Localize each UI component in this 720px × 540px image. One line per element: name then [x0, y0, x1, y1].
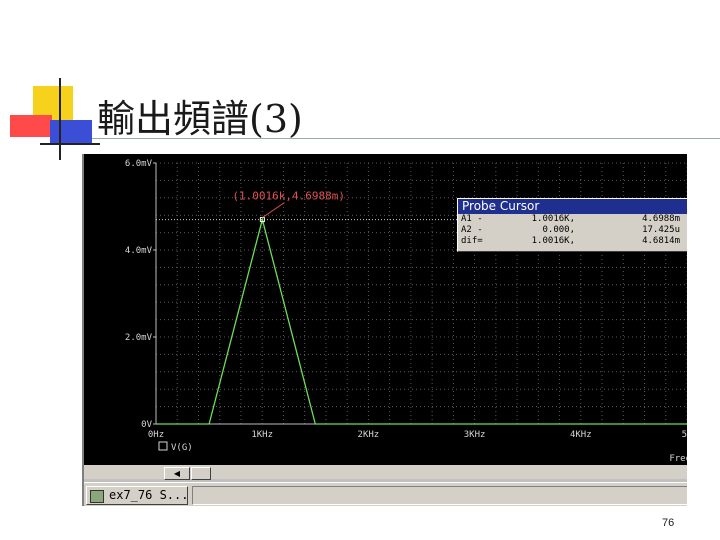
- y-tick-label: 6.0mV: [125, 159, 153, 169]
- simulation-window-icon: [90, 490, 104, 503]
- trace-legend-icon: [158, 441, 168, 451]
- annotation-leader-line: [262, 202, 285, 219]
- cursor-row-a2: A2 - 0.000, 17.425u: [458, 225, 687, 236]
- scroll-thumb[interactable]: [191, 467, 211, 480]
- cursor-label: dif=: [461, 236, 483, 246]
- probe-cursor-dialog[interactable]: Probe Cursor A1 - 1.0016K, 4.6988m A2 - …: [457, 198, 687, 252]
- cursor-x-value: 0.000,: [542, 225, 575, 235]
- task-button[interactable]: ex7_76 S...: [86, 486, 188, 505]
- x-tick-label: 5K: [682, 430, 687, 440]
- peak-annotation: (1.0016k,4.6988m): [232, 190, 345, 203]
- x-tick-label: 2KHz: [358, 430, 380, 440]
- trace-legend-label: V(G): [171, 443, 193, 453]
- probe-cursor-title: Probe Cursor: [458, 199, 687, 214]
- x-tick-label: 0Hz: [148, 430, 164, 440]
- cursor-y-value: 4.6988m: [642, 214, 680, 224]
- task-button-label: ex7_76 S...: [109, 488, 189, 502]
- cursor-x-value: 1.0016K,: [531, 236, 575, 246]
- y-tick-label: 4.0mV: [125, 246, 153, 256]
- scroll-left-arrow-icon[interactable]: ◀: [164, 467, 190, 480]
- y-tick-label: 0V: [141, 420, 152, 430]
- probe-window: 6.0mV 4.0mV 2.0mV 0V0Hz 1KHz 2KHz 3KHz 4KHz 5K V(…: [82, 154, 687, 506]
- x-tick-label: 4KHz: [570, 430, 592, 440]
- x-axis-title: Freq: [669, 454, 687, 464]
- cursor-y-value: 17.425u: [642, 225, 680, 235]
- cursor-y-value: 4.6814m: [642, 236, 680, 246]
- cursor-label: A2 -: [461, 225, 483, 235]
- title-underline: [92, 138, 720, 139]
- slide-title: 輸出頻譜(3): [97, 97, 303, 141]
- cursor-row-a1: A1 - 1.0016K, 4.6988m: [458, 214, 687, 225]
- status-bar: ex7_76 S...: [84, 482, 687, 506]
- slide-logo-red-bar: [10, 115, 52, 137]
- x-tick-label: 3KHz: [464, 430, 486, 440]
- x-tick-label: 1KHz: [251, 430, 273, 440]
- slide-logo-horizontal-line: [40, 143, 100, 145]
- cursor-row-dif: dif= 1.0016K, 4.6814m: [458, 236, 687, 247]
- page-number: 76: [662, 517, 675, 529]
- cursor-x-value: 1.0016K,: [531, 214, 575, 224]
- y-tick-label: 2.0mV: [125, 333, 153, 343]
- slide-logo-vertical-line: [59, 78, 61, 160]
- status-field: [192, 486, 687, 505]
- slide-logo-blue-bar: [50, 120, 92, 144]
- cursor-label: A1 -: [461, 214, 483, 224]
